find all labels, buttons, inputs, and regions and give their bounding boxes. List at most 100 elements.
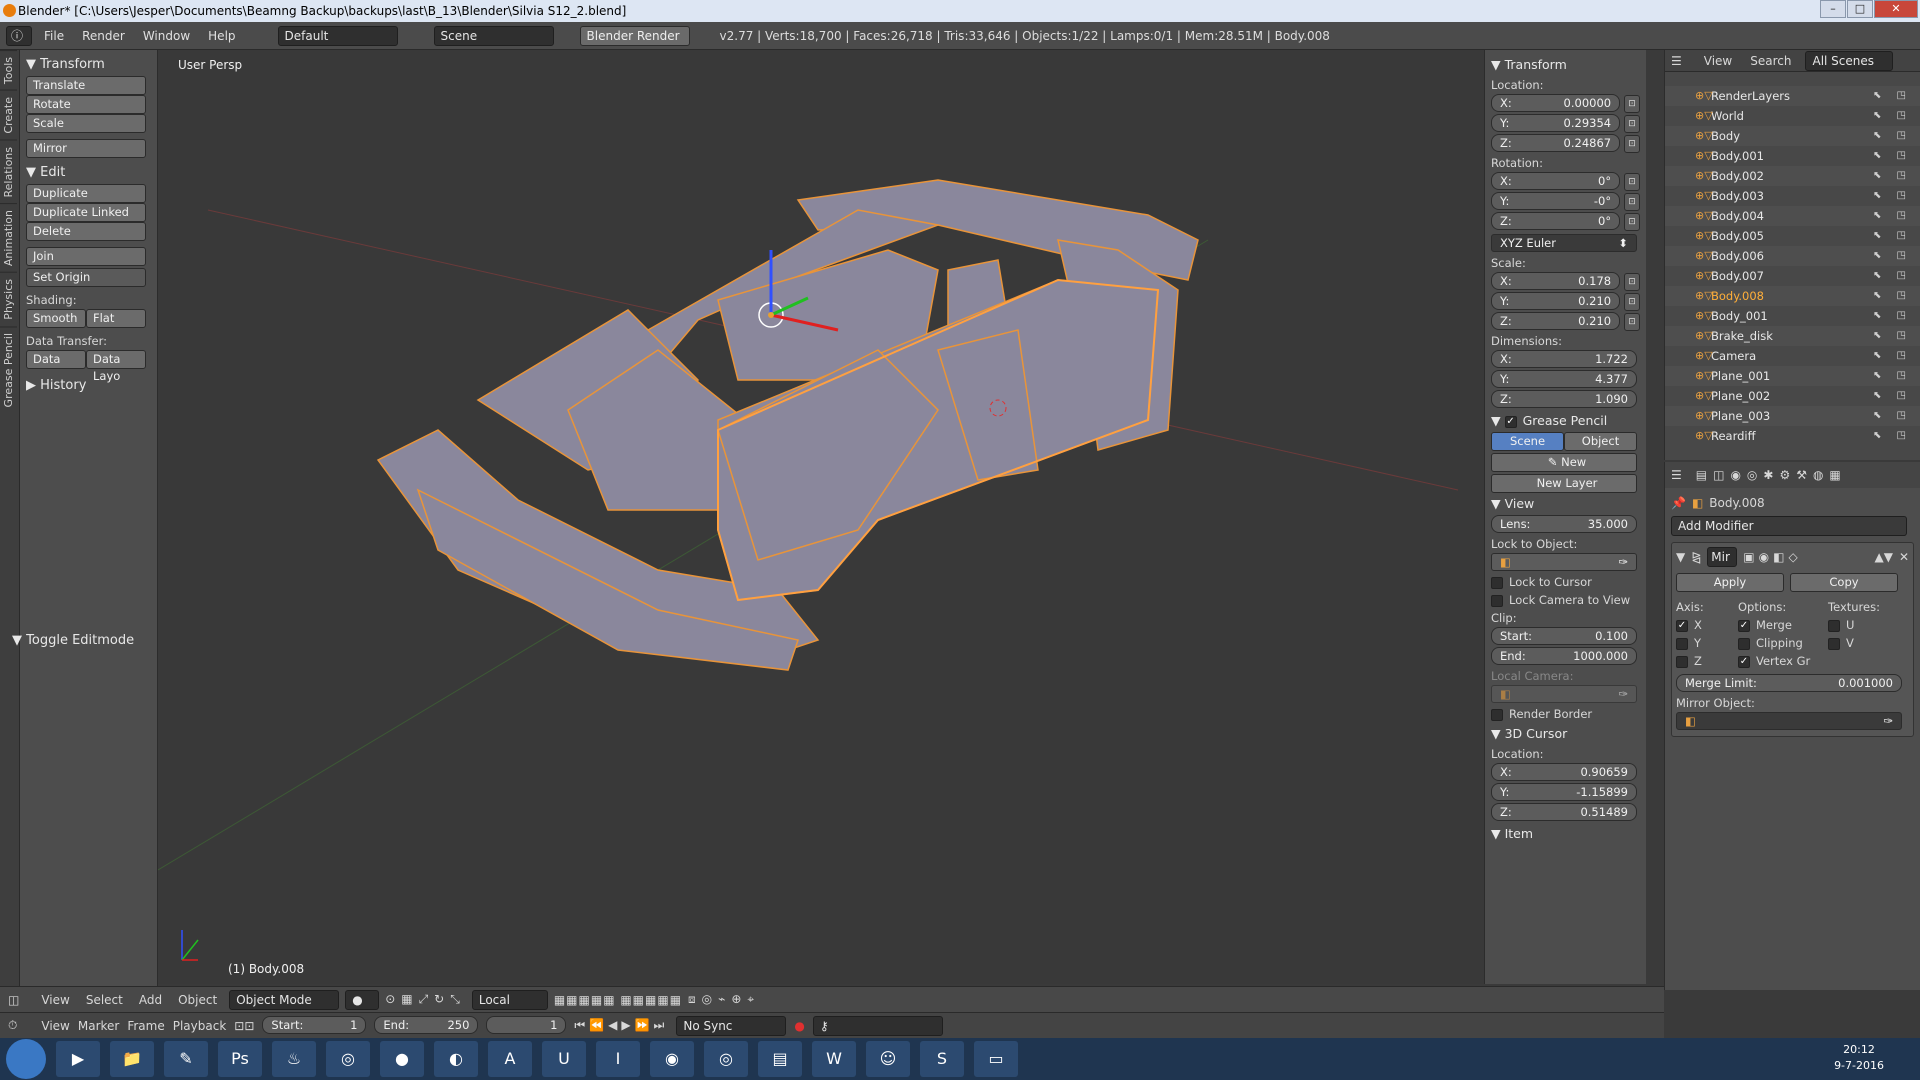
restrict-icons[interactable]: ⬉ ◳ — [1873, 246, 1912, 266]
tab-grease-pencil[interactable]: Grease Pencil — [0, 325, 17, 414]
scale-z-field[interactable]: Z: 0.210 — [1491, 312, 1621, 330]
dim-z-field[interactable]: Z: 1.090 — [1491, 390, 1637, 408]
maximize-button[interactable]: □ — [1847, 0, 1873, 18]
viewport-canvas[interactable] — [158, 50, 1484, 984]
outliner-view-menu[interactable]: View — [1704, 54, 1732, 68]
menu-select[interactable]: Select — [86, 993, 123, 1007]
remove-modifier-icon[interactable]: ✕ — [1899, 550, 1909, 564]
restrict-icons[interactable]: ⬉ ◳ — [1873, 226, 1912, 246]
modifier-name-field[interactable]: Mir — [1707, 547, 1738, 567]
mirror-object-field[interactable]: ◧ ✑ — [1676, 712, 1902, 730]
mesh-icon[interactable]: ⊕▽ — [1695, 306, 1713, 326]
rotation-mode-select[interactable]: XYZ Euler ⬍ — [1491, 234, 1637, 252]
clipping-checkbox[interactable]: Clipping — [1738, 634, 1828, 652]
menu-file[interactable]: File — [38, 29, 70, 43]
outliner-row[interactable]: ⊕▽ Body.003 ⬉ ◳ — [1665, 186, 1920, 206]
mesh-icon[interactable]: ⊕▽ — [1695, 406, 1713, 426]
merge-limit-field[interactable]: Merge Limit: 0.001000 — [1676, 674, 1902, 692]
outliner-row[interactable]: ⊕▽ Body ⬉ ◳ — [1665, 126, 1920, 146]
restrict-icons[interactable]: ⬉ ◳ — [1873, 426, 1912, 446]
context-tab-icons[interactable]: ▤◫◉◎✱⚙⚒◍▦ — [1696, 468, 1847, 482]
interaction-mode-select[interactable]: Object Mode — [229, 989, 340, 1010]
lock-icon[interactable]: ⊡ — [1624, 313, 1640, 331]
scale-y-field[interactable]: Y: 0.210 — [1491, 292, 1621, 310]
toggle-editmode-panel[interactable]: ▼ Toggle Editmode — [12, 630, 134, 652]
inventor-icon[interactable]: I — [596, 1041, 640, 1077]
steam-icon[interactable]: ♨ — [272, 1041, 316, 1077]
collapse-modifier-icon[interactable]: ▼ — [1676, 550, 1685, 564]
duplicate-linked-button[interactable]: Duplicate Linked — [26, 203, 146, 222]
restrict-icons[interactable]: ⬉ ◳ — [1873, 306, 1912, 326]
mesh-icon[interactable]: ⊕▽ — [1695, 326, 1713, 346]
render-border-checkbox[interactable]: Render Border — [1491, 705, 1640, 723]
mesh-icon[interactable]: ⊕▽ — [1695, 426, 1713, 446]
outliner-row[interactable]: ⊕▽ Plane_003 ⬉ ◳ — [1665, 406, 1920, 426]
texture-u-checkbox[interactable]: U — [1828, 616, 1880, 634]
properties-editor-icon[interactable]: ☰ — [1671, 468, 1682, 482]
menu-view[interactable]: View — [41, 1019, 69, 1033]
restrict-icons[interactable]: ⬉ ◳ — [1873, 266, 1912, 286]
history-panel-header[interactable]: ▶ History — [26, 375, 151, 397]
editor-type-icon[interactable]: ◫ — [8, 993, 19, 1007]
restrict-icons[interactable]: ⬉ ◳ — [1873, 286, 1912, 306]
loc-z-field[interactable]: Z: 0.24867 — [1491, 134, 1621, 152]
transform-orientation-select[interactable]: Local — [471, 989, 548, 1010]
outliner-row[interactable]: ⊕▽ Brake_disk ⬉ ◳ — [1665, 326, 1920, 346]
dim-x-field[interactable]: X: 1.722 — [1491, 350, 1637, 368]
menu-render[interactable]: Render — [76, 29, 131, 43]
restrict-icons[interactable]: ⬉ ◳ — [1873, 206, 1912, 226]
outliner-search-menu[interactable]: Search — [1750, 54, 1791, 68]
record-icon[interactable]: ● — [794, 1019, 804, 1033]
media-player-icon[interactable]: ▶ — [56, 1041, 100, 1077]
menu-view[interactable]: View — [41, 993, 69, 1007]
view-panel-header[interactable]: ▼ View — [1491, 493, 1640, 515]
tab-animation[interactable]: Animation — [0, 203, 17, 273]
blender-taskbar-icon[interactable]: ◉ — [650, 1041, 694, 1077]
scale-button[interactable]: Scale — [26, 114, 146, 133]
word-icon[interactable]: W — [812, 1041, 856, 1077]
transform-panel-header[interactable]: ▼ Transform — [26, 54, 151, 76]
restrict-icons[interactable]: ⬉ ◳ — [1873, 386, 1912, 406]
menu-help[interactable]: Help — [202, 29, 241, 43]
outliner-row[interactable]: ⊕▽ Body_001 ⬉ ◳ — [1665, 306, 1920, 326]
delete-button[interactable]: Delete — [26, 222, 146, 241]
restrict-icons[interactable]: ⬉ ◳ — [1873, 146, 1912, 166]
copy-modifier-button[interactable]: Copy — [1790, 573, 1898, 592]
restrict-icons[interactable]: ⬉ ◳ — [1873, 406, 1912, 426]
modifier-move-icons[interactable]: ▲▼ — [1874, 550, 1892, 564]
data-layout-button[interactable]: Data Layo — [86, 350, 146, 383]
lens-field[interactable]: Lens: 35.000 — [1491, 515, 1637, 533]
cursor-z-field[interactable]: Z: 0.51489 — [1491, 803, 1637, 821]
outliner-row[interactable]: ⊕▽ Body.001 ⬉ ◳ — [1665, 146, 1920, 166]
lock-icon[interactable]: ⊡ — [1624, 115, 1640, 133]
axis-y-checkbox[interactable]: Y — [1676, 634, 1738, 652]
menu-marker[interactable]: Marker — [78, 1019, 119, 1033]
tab-tools[interactable]: Tools — [0, 50, 17, 91]
layout-select[interactable]: Default — [277, 25, 398, 46]
keying-set-field[interactable]: ⚷ — [812, 1015, 943, 1036]
scale-x-field[interactable]: X: 0.178 — [1491, 272, 1621, 290]
system-clock[interactable]: 20:12 9-7-2016 — [1834, 1042, 1884, 1074]
outliner-row[interactable]: ⊕▽ Body.004 ⬉ ◳ — [1665, 206, 1920, 226]
lock-camera-checkbox[interactable]: Lock Camera to View — [1491, 591, 1640, 609]
item-panel-header[interactable]: ▼ Item — [1491, 823, 1640, 845]
close-button[interactable]: ✕ — [1874, 0, 1918, 18]
outliner-row[interactable]: ⊕▽ Body.008 ⬉ ◳ — [1665, 286, 1920, 306]
mirror-button[interactable]: Mirror — [26, 139, 146, 158]
mesh-icon[interactable]: ⊕▽ — [1695, 186, 1713, 206]
editor-type-icon[interactable]: ⏱ — [8, 1018, 17, 1033]
restrict-icons[interactable]: ⬉ ◳ — [1873, 106, 1912, 126]
gp-new-button[interactable]: ✎ New — [1491, 453, 1637, 472]
restrict-icons[interactable]: ⬉ ◳ — [1873, 346, 1912, 366]
chrome-icon[interactable]: ◎ — [326, 1041, 370, 1077]
restrict-icons[interactable]: ⬉ ◳ — [1873, 86, 1912, 106]
current-frame-field[interactable]: 1 — [486, 1015, 567, 1034]
outliner-row[interactable]: ⊕▽ Body.007 ⬉ ◳ — [1665, 266, 1920, 286]
clip-start-field[interactable]: Start: 0.100 — [1491, 627, 1637, 645]
new-layer-button[interactable]: New Layer — [1491, 474, 1637, 493]
merge-checkbox[interactable]: ✓ Merge — [1738, 616, 1828, 634]
3d-cursor-header[interactable]: ▼ 3D Cursor — [1491, 723, 1640, 745]
outliner-row[interactable]: ⊕▽ Camera ⬉ ◳ — [1665, 346, 1920, 366]
window-icon[interactable]: ▭ — [974, 1041, 1018, 1077]
rot-z-field[interactable]: Z: 0° — [1491, 212, 1621, 230]
